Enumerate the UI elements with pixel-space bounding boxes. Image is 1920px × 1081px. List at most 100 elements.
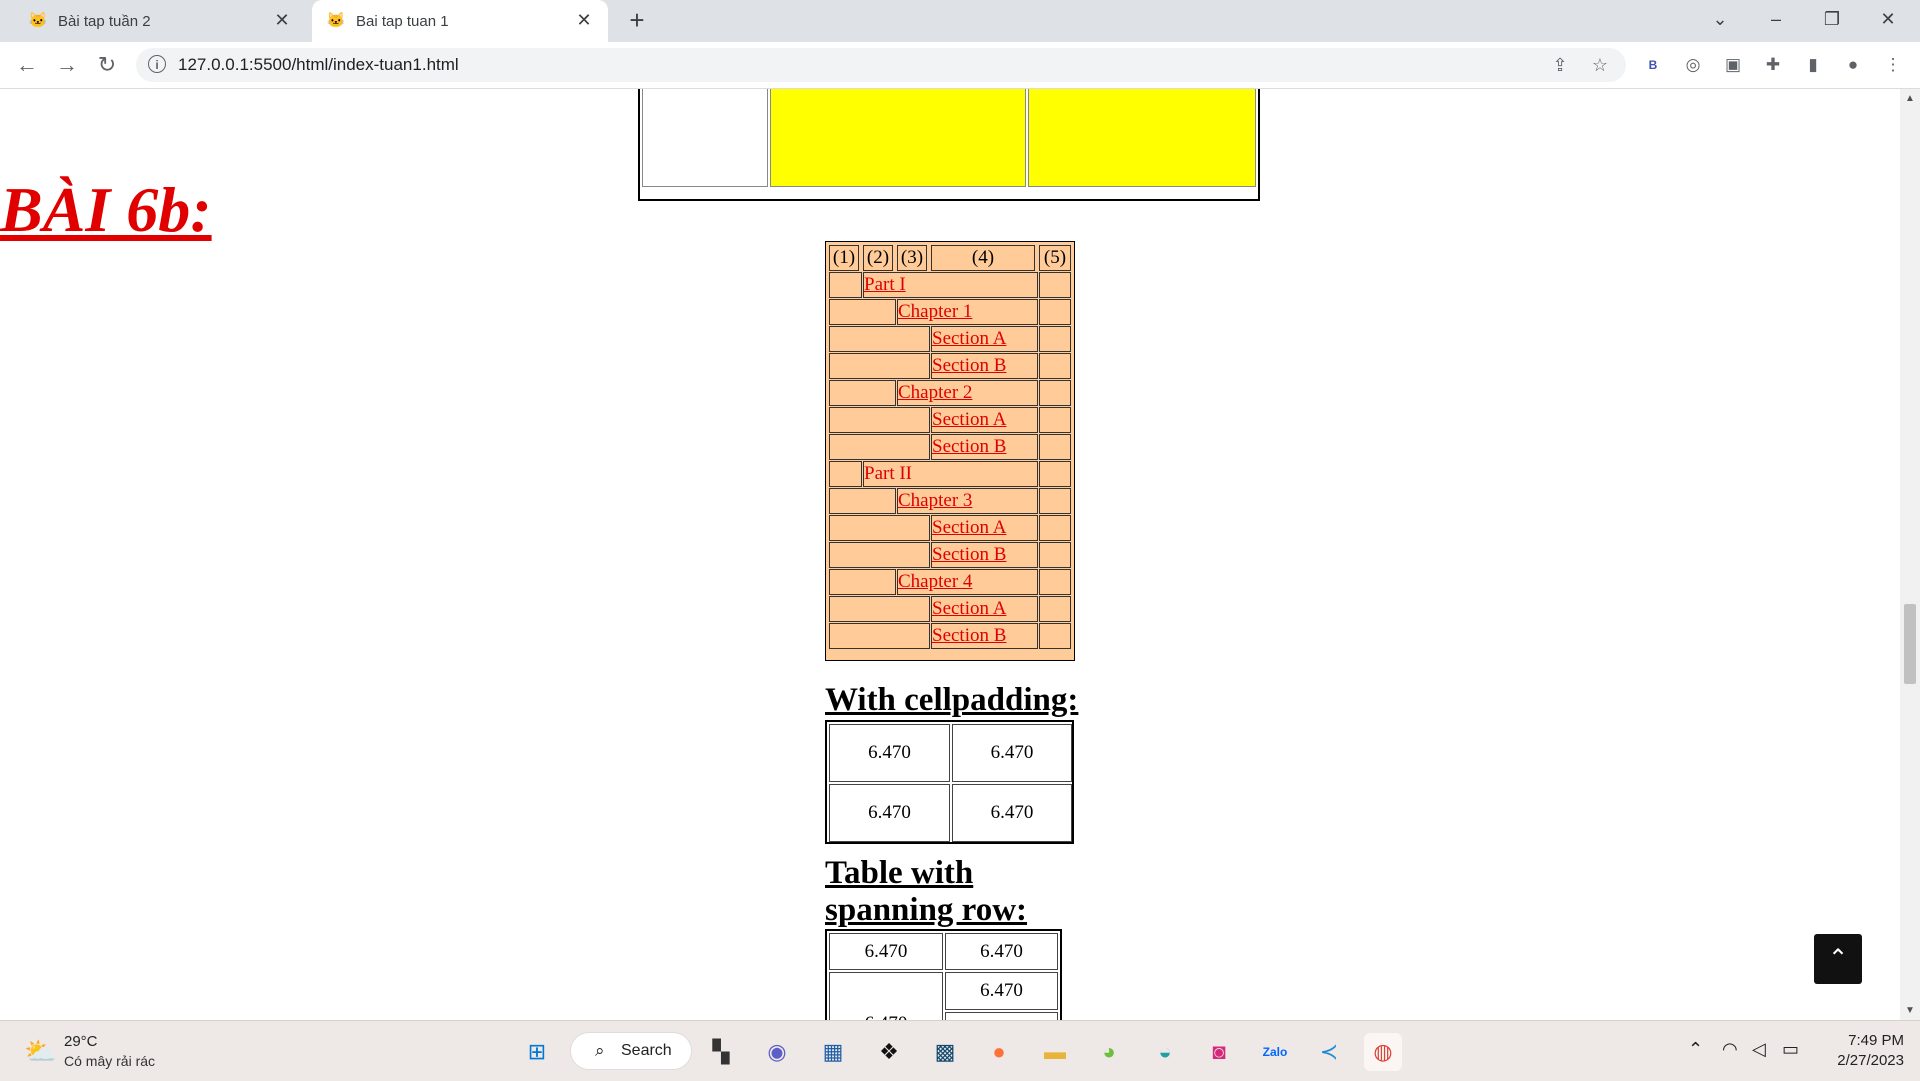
edge-icon[interactable]: ◒ (1146, 1033, 1184, 1071)
close-icon[interactable]: ✕ (272, 10, 292, 30)
teams-chat-icon[interactable]: ◉ (758, 1033, 796, 1071)
chrome-icon[interactable]: ◍ (1364, 1033, 1402, 1071)
outline-link[interactable]: Section A (932, 409, 1006, 430)
trailing-cell (1039, 407, 1071, 433)
forward-button[interactable]: → (52, 50, 82, 80)
back-button[interactable]: ← (12, 50, 42, 80)
outline-link[interactable]: Section B (932, 355, 1006, 376)
outline-cell: Section B (931, 353, 1038, 379)
cat-icon: 🐱 (326, 12, 346, 29)
cellpadding-table: 6.470 6.470 6.470 6.470 (825, 720, 1074, 844)
battery-icon[interactable]: ▭ (1782, 1039, 1799, 1060)
table-cell-highlight (770, 89, 1026, 187)
cellpadding-heading: With cellpadding: (825, 682, 1079, 718)
tab-search-chevron-icon[interactable]: ⌄ (1692, 0, 1748, 38)
taskbar-clock[interactable]: 7:49 PM 2/27/2023 (1820, 1031, 1904, 1071)
close-window-button[interactable]: ✕ (1860, 0, 1916, 38)
table-cell (945, 1012, 1058, 1020)
weather-cloud-sun-icon[interactable]: ⛅ (24, 1035, 56, 1067)
outline-cell: Chapter 3 (897, 488, 1038, 514)
table-cell (642, 89, 768, 187)
outline-link[interactable]: Chapter 4 (898, 571, 972, 592)
tray-chevron-up-icon[interactable]: ⌃ (1688, 1039, 1703, 1060)
coccoc-icon[interactable]: ◕ (1090, 1033, 1128, 1071)
scroll-down-arrow-icon[interactable]: ▼ (1905, 1005, 1915, 1016)
table-cell: 6.470 (829, 784, 950, 842)
outline-link[interactable]: Section A (932, 328, 1006, 349)
tab-title: Bài tap tuần 2 (58, 12, 151, 30)
wifi-icon[interactable]: ◠ (1722, 1039, 1738, 1060)
trailing-cell (1039, 326, 1071, 352)
extension-screenshot-icon[interactable]: ◎ (1680, 52, 1706, 78)
extension-b-icon[interactable]: B (1640, 52, 1666, 78)
table-cell: 6.470 (952, 784, 1072, 842)
task-view-icon[interactable]: ▚ (702, 1033, 740, 1071)
header-cell: (1) (829, 245, 859, 271)
app-icon[interactable]: ▩ (926, 1033, 964, 1071)
outline-link[interactable]: Section A (932, 517, 1006, 538)
outline-cell: Part I (863, 272, 1038, 298)
site-info-icon[interactable]: i (148, 55, 166, 73)
menu-kebab-icon[interactable]: ⋮ (1880, 52, 1906, 78)
outline-link[interactable]: Section B (932, 625, 1006, 646)
profile-icon[interactable]: ● (1840, 52, 1866, 78)
new-tab-button[interactable]: + (624, 7, 650, 34)
outline-cell: Section B (931, 434, 1038, 460)
restore-button[interactable]: ❐ (1804, 0, 1860, 38)
outline-table: (1) (2) (3) (4) (5) Part I Chapter 1 Secti… (825, 241, 1075, 661)
outline-cell: Section A (931, 326, 1038, 352)
page-scrollbar[interactable]: ▲ ▼ (1900, 89, 1920, 1020)
indent-cell (829, 542, 930, 568)
start-windows-icon[interactable]: ⊞ (518, 1033, 556, 1071)
dropbox-icon[interactable]: ❖ (870, 1033, 908, 1071)
scroll-to-top-button[interactable]: ⌃ (1814, 934, 1862, 984)
outline-link[interactable]: Part I (864, 274, 906, 295)
outline-link[interactable]: Section B (932, 436, 1006, 457)
indent-cell (829, 380, 896, 406)
clock-date: 2/27/2023 (1837, 1052, 1904, 1069)
volume-icon[interactable]: ◁ (1752, 1039, 1766, 1060)
minimize-button[interactable]: – (1748, 0, 1804, 38)
outline-text: Part II (864, 463, 913, 484)
search-icon: ⌕ (595, 1041, 605, 1060)
outline-cell: Chapter 4 (897, 569, 1038, 595)
zalo-icon[interactable]: Zalo (1256, 1033, 1294, 1071)
indent-cell (829, 488, 896, 514)
indent-cell (829, 326, 930, 352)
store-icon[interactable]: ▦ (814, 1033, 852, 1071)
outline-cell: Chapter 2 (897, 380, 1038, 406)
extension-avatar-icon[interactable]: ▣ (1720, 52, 1746, 78)
trailing-cell (1039, 380, 1071, 406)
weather-description[interactable]: Có mây rải rác (64, 1053, 155, 1069)
tab-bai-tap-tuan-1[interactable]: 🐱 Bai tap tuan 1 ✕ (312, 0, 608, 42)
outline-link[interactable]: Section B (932, 544, 1006, 565)
previous-table (638, 89, 1260, 201)
weather-temperature[interactable]: 29°C (64, 1033, 98, 1050)
address-bar[interactable]: i 127.0.0.1:5500/html/index-tuan1.html ⇪… (136, 48, 1626, 82)
share-icon[interactable]: ⇪ (1548, 53, 1572, 77)
taskbar-search[interactable]: ⌕ Search (570, 1032, 692, 1070)
indent-cell (829, 461, 862, 487)
vscode-icon[interactable]: ≺ (1310, 1033, 1348, 1071)
bookmark-star-icon[interactable]: ☆ (1588, 53, 1612, 77)
url-text[interactable]: 127.0.0.1:5500/html/index-tuan1.html (178, 55, 459, 75)
firefox-icon[interactable]: ● (980, 1033, 1018, 1071)
tab-bai-tap-tuan-2[interactable]: 🐱 Bài tap tuần 2 ✕ (14, 0, 306, 42)
outline-link[interactable]: Chapter 1 (898, 301, 972, 322)
instagram-icon[interactable]: ◙ (1200, 1033, 1238, 1071)
reload-button[interactable]: ↻ (92, 50, 122, 80)
outline-link[interactable]: Chapter 2 (898, 382, 972, 403)
cat-icon: 🐱 (28, 12, 48, 29)
side-panel-icon[interactable]: ▮ (1800, 52, 1826, 78)
extensions-puzzle-icon[interactable]: ✚ (1760, 52, 1786, 78)
trailing-cell (1039, 623, 1071, 649)
trailing-cell (1039, 272, 1071, 298)
spanning-table: 6.470 6.470 6.470 6.470 (825, 929, 1062, 1020)
outline-link[interactable]: Chapter 3 (898, 490, 972, 511)
outline-cell: Section A (931, 596, 1038, 622)
file-explorer-icon[interactable]: ▬ (1036, 1033, 1074, 1071)
scrollbar-thumb[interactable] (1904, 604, 1916, 684)
close-icon[interactable]: ✕ (574, 10, 594, 30)
scroll-up-arrow-icon[interactable]: ▲ (1905, 93, 1915, 104)
outline-link[interactable]: Section A (932, 598, 1006, 619)
